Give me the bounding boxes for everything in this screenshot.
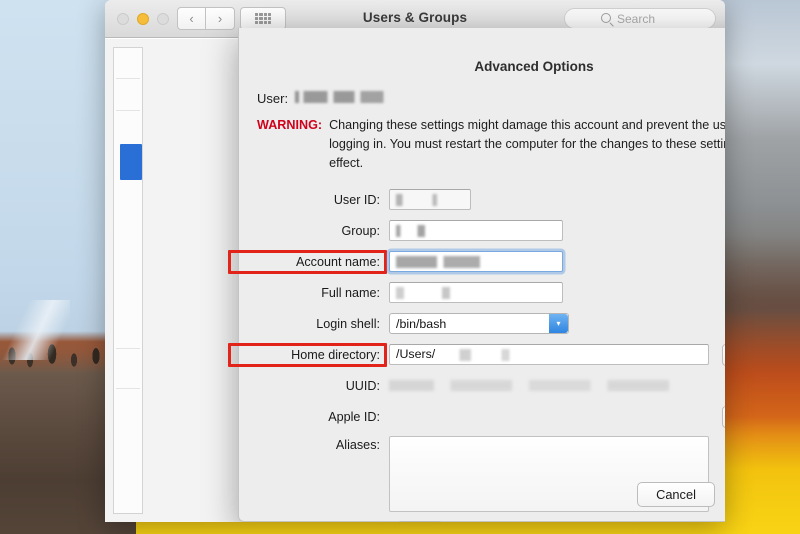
account-name-value-redacted: [396, 256, 504, 269]
uuid-label: UUID:: [345, 378, 380, 393]
user-value-redacted: [295, 91, 392, 103]
aliases-label: Aliases:: [335, 438, 380, 453]
user-row: User:: [239, 74, 725, 106]
sheet-title: Advanced Options: [474, 59, 594, 74]
group-input[interactable]: [389, 220, 563, 242]
field-row-login-shell: Login shell: /bin/bash ▾: [257, 310, 725, 337]
selected-user-row[interactable]: [120, 144, 142, 180]
full-name-value-redacted: [396, 287, 496, 300]
home-directory-label: Home directory:: [228, 342, 389, 367]
add-alias-button[interactable]: +: [398, 521, 420, 522]
search-icon: [601, 13, 611, 23]
screen: ‹ › Users & Groups Search Advanced Optio…: [0, 0, 800, 534]
wallpaper-snow-patch: [0, 300, 70, 360]
aliases-add-remove-group: + –: [398, 521, 442, 522]
advanced-options-sheet: Advanced Options User: WARNING: Changing…: [228, 28, 725, 522]
search-input[interactable]: [603, 11, 715, 26]
group-label: Group:: [341, 223, 380, 238]
user-label: User:: [257, 91, 289, 106]
set-button[interactable]: Set...: [722, 405, 725, 428]
account-name-label: Account name:: [228, 249, 389, 274]
user-id-input[interactable]: [389, 189, 471, 211]
cancel-button[interactable]: Cancel: [637, 482, 715, 507]
field-row-full-name: Full name:: [257, 279, 725, 306]
remove-alias-button[interactable]: –: [420, 521, 442, 522]
login-shell-value: /bin/bash: [396, 316, 447, 331]
field-row-group: Group:: [257, 217, 725, 244]
group-value-redacted: [396, 225, 472, 238]
choose-button[interactable]: Choose...: [722, 343, 725, 366]
user-id-value-redacted: [396, 194, 462, 207]
account-name-input[interactable]: [389, 251, 563, 273]
field-row-user-id: User ID:: [257, 186, 725, 213]
warning-text: Changing these settings might damage thi…: [329, 118, 725, 171]
apple-id-label: Apple ID:: [328, 409, 380, 424]
home-directory-value: /Users/: [396, 347, 436, 362]
field-row-account-name: Account name:: [228, 248, 725, 275]
chevron-down-icon[interactable]: ▾: [549, 314, 568, 334]
user-id-label: User ID:: [333, 192, 380, 207]
advanced-options-form: User ID: Group: Account name: Full name:…: [228, 186, 725, 522]
field-row-uuid: UUID:: [257, 372, 725, 399]
warning-block: WARNING: Changing these settings might d…: [239, 106, 725, 173]
field-row-apple-id: Apple ID: Set...: [257, 403, 725, 430]
login-shell-label: Login shell:: [316, 316, 380, 331]
warning-label: WARNING:: [257, 118, 323, 132]
field-row-home-directory: Home directory: /Users/ Choose...: [228, 341, 725, 368]
full-name-label: Full name:: [321, 285, 380, 300]
sheet-footer: Cancel OK: [637, 482, 725, 507]
search-field[interactable]: [564, 8, 716, 29]
users-list-sidebar[interactable]: [113, 47, 143, 514]
users-and-groups-window: ‹ › Users & Groups Search Advanced Optio…: [105, 0, 725, 522]
login-shell-combobox[interactable]: /bin/bash ▾: [389, 313, 569, 335]
home-directory-input[interactable]: /Users/: [389, 344, 709, 366]
uuid-value-redacted: [389, 380, 669, 392]
full-name-input[interactable]: [389, 282, 563, 304]
home-directory-value-redacted: [446, 349, 542, 362]
